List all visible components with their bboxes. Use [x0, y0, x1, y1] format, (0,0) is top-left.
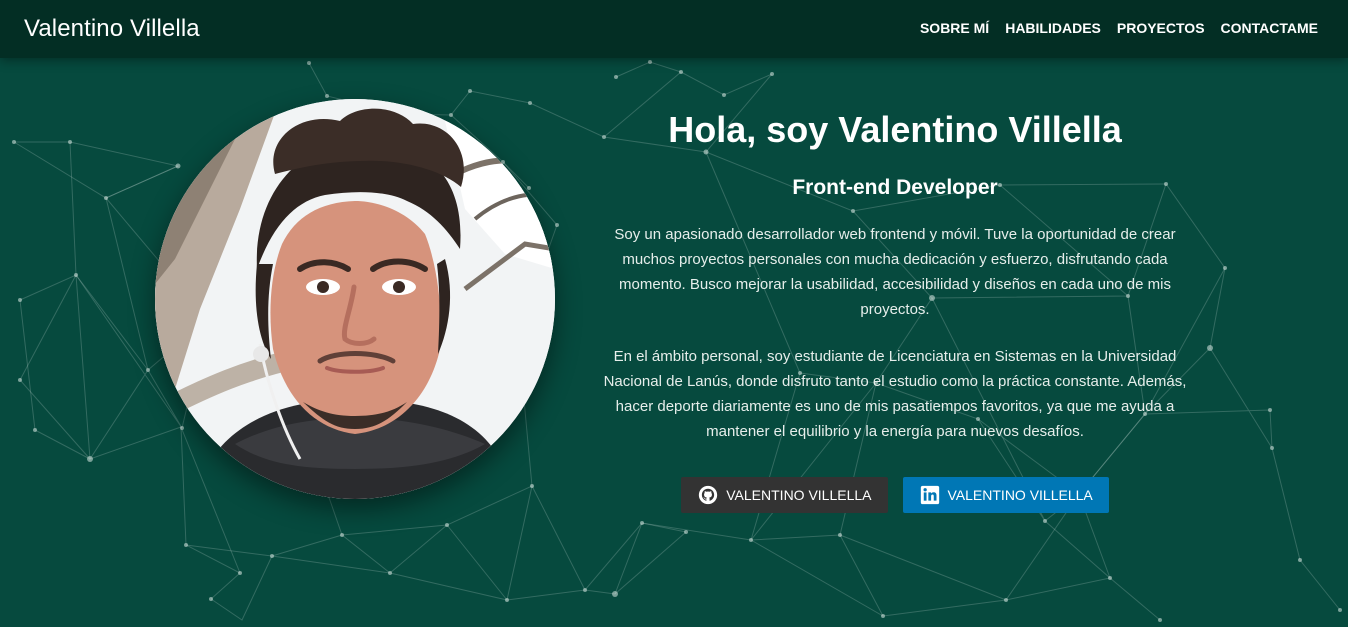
nav-sobre-mi[interactable]: SOBRE MÍ: [920, 18, 989, 38]
personal-paragraph: En el ámbito personal, soy estudiante de…: [603, 348, 1187, 440]
linkedin-button[interactable]: VALENTINO VILLELLA: [902, 477, 1109, 513]
nav-habilidades[interactable]: HABILIDADES: [1005, 18, 1101, 38]
nav-contactame[interactable]: CONTACTAME: [1221, 18, 1318, 38]
github-button-label: VALENTINO VILLELLA: [726, 487, 872, 503]
about-paragraph: Soy un apasionado desarrollador web fron…: [614, 226, 1176, 318]
top-navbar: Valentino Villella SOBRE MÍ HABILIDADES …: [0, 0, 1348, 58]
hero-subtitle: Front-end Developer: [792, 176, 998, 199]
profile-photo-image: [155, 99, 555, 499]
linkedin-button-label: VALENTINO VILLELLA: [947, 487, 1093, 503]
profile-photo: [155, 99, 555, 499]
nav-proyectos[interactable]: PROYECTOS: [1117, 18, 1205, 38]
linkedin-icon: [920, 485, 939, 505]
social-buttons: VALENTINO VILLELLA VALENTINO VILLELLA: [594, 477, 1196, 513]
hero-content: Hola, soy Valentino Villella Front-end D…: [594, 108, 1196, 513]
github-button[interactable]: VALENTINO VILLELLA: [681, 477, 888, 513]
portfolio-page: Valentino Villella SOBRE MÍ HABILIDADES …: [0, 0, 1348, 627]
hero-title: Hola, soy Valentino Villella: [668, 109, 1122, 150]
site-brand[interactable]: Valentino Villella: [24, 14, 200, 44]
main-navigation: SOBRE MÍ HABILIDADES PROYECTOS CONTACTAM…: [920, 18, 1318, 38]
github-icon: [699, 485, 718, 505]
